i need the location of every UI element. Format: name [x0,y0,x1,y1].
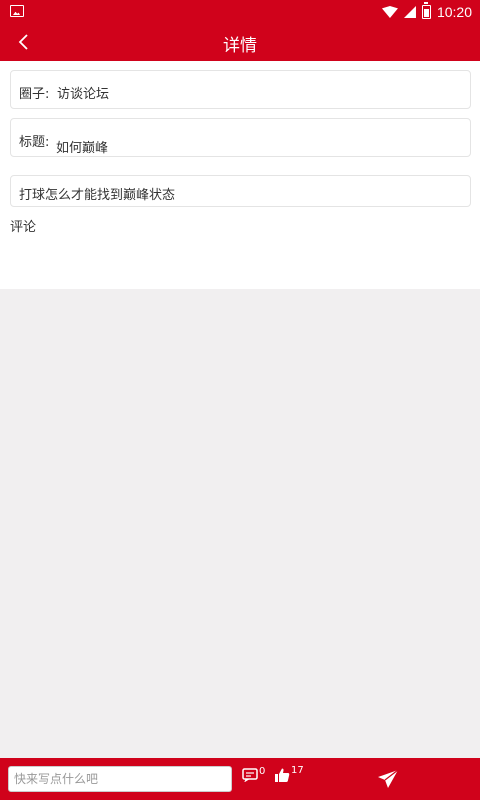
send-button[interactable] [377,769,399,789]
comment-input[interactable] [8,766,232,792]
post-content-field: 打球怎么才能找到巅峰状态 [10,175,471,207]
page-title: 详情 [223,36,257,56]
app-header: 详情 [0,24,480,61]
title-label: 标题: [19,135,50,150]
comment-count: 0 [259,766,266,777]
battery-icon [421,2,431,19]
comment-icon [242,768,258,782]
detail-content: 圈子: 访谈论坛 标题: 如何巅峰 打球怎么才能找到巅峰状态 评论 [0,61,480,289]
circle-value: 访谈论坛 [57,87,110,102]
status-time: 10:20 [436,4,472,20]
comments-heading: 评论 [10,220,37,235]
wifi-icon [381,6,398,18]
comments-button[interactable]: 0 [242,766,266,782]
send-icon [378,769,399,788]
status-bar: 10:20 [0,0,480,24]
thumbs-up-icon [275,768,290,782]
post-content: 打球怎么才能找到巅峰状态 [19,188,176,203]
image-notification-icon [10,5,24,17]
title-value: 如何巅峰 [56,141,109,156]
signal-icon [403,6,416,18]
bottom-action-bar: 0 17 [0,758,480,800]
circle-field: 圈子: 访谈论坛 [10,70,471,109]
like-count: 17 [291,765,304,776]
circle-label: 圈子: [19,87,50,102]
status-icons: 10:20 [381,2,472,22]
like-button[interactable]: 17 [274,765,304,783]
title-field: 标题: 如何巅峰 [10,118,471,157]
